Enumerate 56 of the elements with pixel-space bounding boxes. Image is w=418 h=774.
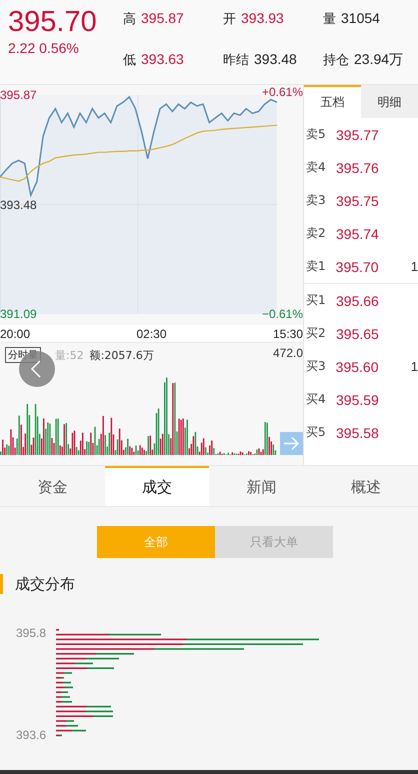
time-label: 15:30 — [272, 327, 303, 341]
last-price: 395.70 — [8, 6, 98, 38]
order-price: 395.74 — [336, 226, 380, 242]
order-price: 395.77 — [336, 126, 380, 142]
order-level-label: 卖2 — [306, 225, 327, 242]
stat-value: 393.63 — [141, 51, 184, 67]
order-volume: 1 — [410, 359, 418, 374]
tab[interactable]: 资金 — [0, 466, 104, 506]
order-level-label: 买2 — [306, 325, 327, 342]
axis-label: 395.87 — [0, 88, 37, 102]
order-level-label: 买3 — [306, 358, 327, 375]
time-label: 02:30 — [136, 327, 167, 341]
stat-value: 393.48 — [254, 51, 297, 67]
axis-label: 391.09 — [0, 307, 37, 321]
order-price: 395.65 — [336, 326, 380, 342]
amount-value: 额:2057.6万 — [90, 348, 154, 362]
stat-value: 23.94万 — [354, 51, 404, 69]
order-level-label: 买1 — [306, 292, 327, 309]
axis-label: 395.8 — [16, 626, 46, 640]
stat-value: 393.93 — [241, 10, 284, 26]
axis-label: 393.48 — [0, 198, 37, 212]
order-level-label: 卖3 — [306, 192, 327, 209]
stat-label: 高 — [123, 11, 136, 28]
section-title: 成交分布 — [0, 574, 418, 594]
tab[interactable]: 概述 — [314, 466, 418, 506]
axis-label: 472.0 — [272, 346, 303, 360]
axis-label: 393.6 — [16, 728, 46, 742]
order-volume: 1 — [410, 259, 418, 274]
order-level-label: 卖4 — [306, 159, 327, 176]
time-label: 20:00 — [0, 327, 30, 341]
stat-label: 昨结 — [223, 52, 249, 69]
order-price: 395.76 — [336, 160, 380, 176]
stat-label: 量 — [323, 11, 336, 28]
order-price: 395.58 — [336, 424, 380, 440]
side-tab[interactable]: 明细 — [361, 85, 418, 118]
axis-label: −0.61% — [262, 307, 303, 321]
order-level-label: 买5 — [306, 424, 327, 441]
tab[interactable]: 新闻 — [209, 466, 314, 506]
order-level-label: 卖1 — [306, 258, 327, 275]
tab[interactable]: 成交 — [104, 466, 209, 506]
price-change: 2.22 0.56% — [8, 40, 80, 56]
axis-label: +0.61% — [262, 85, 303, 99]
volume-value: 量:52 — [55, 348, 84, 362]
order-level-label: 卖5 — [306, 126, 327, 143]
stat-label: 低 — [123, 52, 136, 69]
stat-value: 31054 — [341, 10, 380, 26]
order-price: 395.66 — [336, 292, 380, 308]
stat-label: 开 — [223, 11, 236, 28]
order-price: 395.60 — [336, 358, 380, 374]
order-price: 395.70 — [336, 258, 380, 274]
order-price: 395.59 — [336, 392, 380, 408]
order-level-label: 买4 — [306, 391, 327, 408]
chevron-left-icon[interactable] — [19, 351, 55, 387]
stat-label: 持仓 — [323, 52, 349, 69]
order-price: 395.75 — [336, 192, 380, 208]
stat-value: 395.87 — [141, 10, 184, 26]
